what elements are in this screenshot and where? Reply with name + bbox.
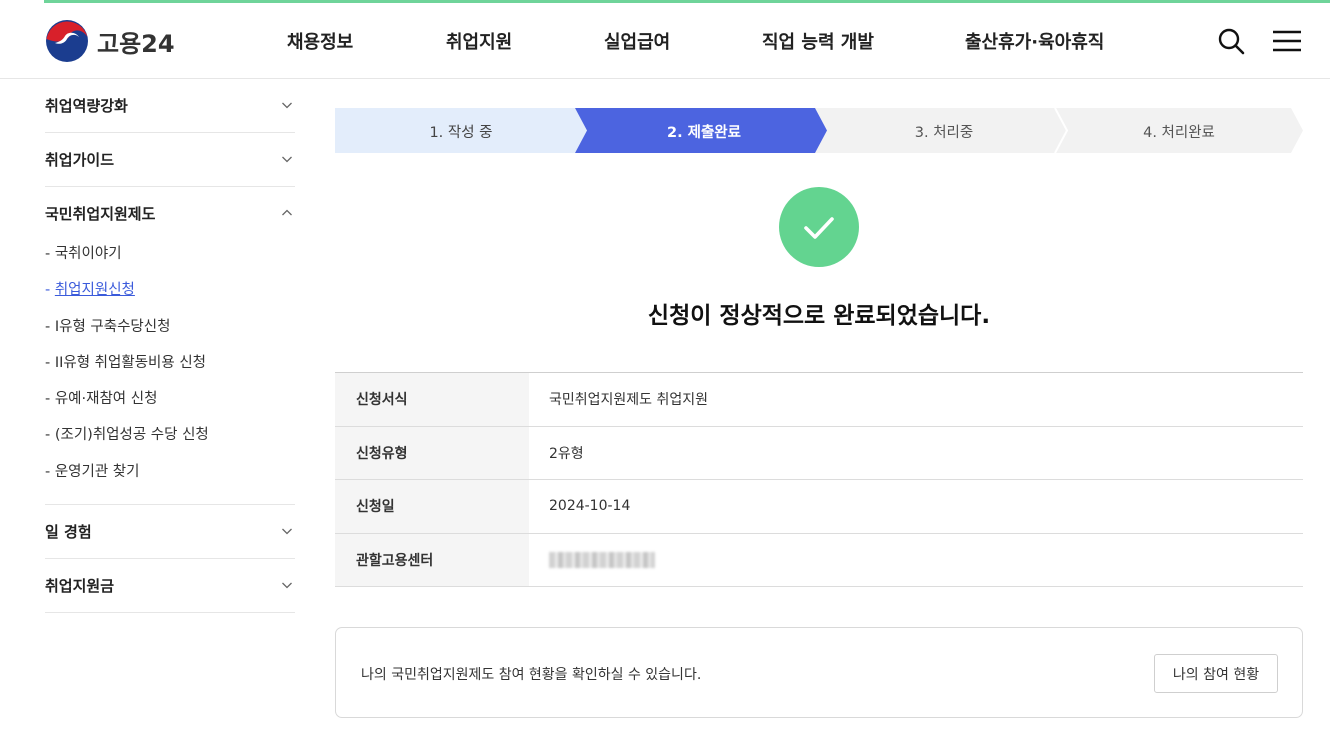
side-group-header[interactable]: 취업가이드 bbox=[45, 133, 295, 186]
row-value-center bbox=[529, 534, 1303, 587]
completion-message: 신청이 정상적으로 완료되었습니다. bbox=[647, 303, 991, 329]
logo-emblem-icon bbox=[46, 20, 88, 62]
table-row: 신청유형 2유형 bbox=[335, 426, 1303, 480]
side-subitem-find-agency[interactable]: - 운영기관 찾기 bbox=[45, 454, 295, 490]
participation-notice-box: 나의 국민취업지원제도 참여 현황을 확인하실 수 있습니다. 나의 참여 현황 bbox=[335, 627, 1303, 718]
chevron-down-icon bbox=[282, 102, 292, 109]
step-4-label: 4. 처리완료 bbox=[1143, 125, 1215, 141]
menu-icon[interactable] bbox=[1272, 26, 1302, 56]
side-subitem-story[interactable]: - 국취이야기 bbox=[45, 236, 295, 272]
side-group-label: 취업역량강화 bbox=[45, 97, 128, 115]
row-value-form: 국민취업지원제도 취업지원 bbox=[549, 392, 709, 409]
step-3-label: 3. 처리중 bbox=[914, 125, 974, 141]
table-row: 신청서식 국민취업지원제도 취업지원 bbox=[335, 373, 1303, 427]
table-row: 신청일 2024-10-14 bbox=[335, 480, 1303, 534]
side-group-label: 취업지원금 bbox=[45, 577, 115, 596]
step-2-label-current: 2. 제출완료 bbox=[666, 125, 741, 141]
side-group-guide: 취업가이드 bbox=[45, 133, 295, 187]
progress-steps: 1. 작성 중 2. 제출완료 3. 처리중 4. 처리완료 bbox=[335, 108, 1303, 153]
side-group-subsidy: 취업지원금 bbox=[45, 559, 295, 614]
side-menu: 취업역량강화 취업가이드 국민취업지원제도 - 국취이야기 - 취업지원신청 -… bbox=[45, 79, 295, 614]
side-group-label: 취업가이드 bbox=[45, 151, 115, 169]
chevron-down-icon bbox=[282, 582, 292, 589]
side-subitem-type1-allowance[interactable]: - I유형 구축수당신청 bbox=[45, 309, 295, 345]
side-group-national-employment: 국민취업지원제도 - 국취이야기 - 취업지원신청 - I유형 구축수당신청 -… bbox=[45, 187, 295, 506]
site-logo[interactable]: 고용24 bbox=[46, 20, 175, 62]
nav-item-vocational-training[interactable]: 직업 능력 개발 bbox=[762, 28, 874, 54]
notice-text: 나의 국민취업지원제도 참여 현황을 확인하실 수 있습니다. bbox=[361, 667, 702, 683]
row-value-type: 2유형 bbox=[549, 445, 584, 462]
chevron-down-icon bbox=[282, 528, 292, 535]
search-icon[interactable] bbox=[1216, 26, 1246, 56]
side-group-competency: 취업역량강화 bbox=[45, 79, 295, 133]
row-label-type: 신청유형 bbox=[335, 426, 529, 479]
side-submenu: - 국취이야기 - 취업지원신청 - I유형 구축수당신청 - II유형 취업활… bbox=[45, 236, 295, 504]
side-group-header[interactable]: 취업지원금 bbox=[45, 559, 295, 612]
side-group-header[interactable]: 일 경험 bbox=[45, 505, 295, 558]
row-label-form: 신청서식 bbox=[335, 373, 529, 426]
side-subitem-success-allowance[interactable]: - (조기)취업성공 수당 신청 bbox=[45, 417, 295, 453]
row-label-date: 신청일 bbox=[335, 480, 529, 533]
check-circle-icon bbox=[779, 187, 859, 267]
logo-text: 고용24 bbox=[97, 29, 175, 58]
nav-item-job-info[interactable]: 채용정보 bbox=[287, 28, 353, 54]
side-subitem-apply-active[interactable]: - 취업지원신청 bbox=[45, 272, 295, 308]
side-group-header[interactable]: 국민취업지원제도 bbox=[45, 187, 295, 240]
side-subitem-type2-expense[interactable]: - II유형 취업활동비용 신청 bbox=[45, 345, 295, 381]
side-group-work-experience: 일 경험 bbox=[45, 505, 295, 560]
side-group-label: 국민취업지원제도 bbox=[45, 205, 156, 223]
row-label-center: 관할고용센터 bbox=[335, 533, 529, 586]
nav-item-parental-leave[interactable]: 출산휴가·육아휴직 bbox=[965, 28, 1104, 54]
my-participation-button[interactable]: 나의 참여 현황 bbox=[1154, 654, 1278, 693]
row-value-date: 2024-10-14 bbox=[549, 498, 631, 515]
nav-item-employment-support[interactable]: 취업지원 bbox=[446, 28, 512, 54]
application-info-table: 신청서식 국민취업지원제도 취업지원 신청유형 2유형 신청일 2024-10-… bbox=[335, 372, 1303, 587]
chevron-up-icon bbox=[282, 209, 292, 216]
site-header: 고용24 채용정보 취업지원 실업급여 직업 능력 개발 출산휴가·육아휴직 bbox=[0, 3, 1330, 79]
chevron-down-icon bbox=[282, 156, 292, 163]
redacted-text bbox=[549, 551, 655, 568]
step-1-label: 1. 작성 중 bbox=[429, 125, 493, 141]
nav-item-unemployment-benefit[interactable]: 실업급여 bbox=[604, 28, 670, 54]
side-subitem-label: 취업지원신청 bbox=[54, 282, 135, 299]
side-group-header[interactable]: 취업역량강화 bbox=[45, 79, 295, 132]
side-group-label: 일 경험 bbox=[45, 523, 92, 542]
side-subitem-deferral[interactable]: - 유예·재참여 신청 bbox=[45, 381, 295, 417]
table-row: 관할고용센터 bbox=[335, 533, 1303, 587]
